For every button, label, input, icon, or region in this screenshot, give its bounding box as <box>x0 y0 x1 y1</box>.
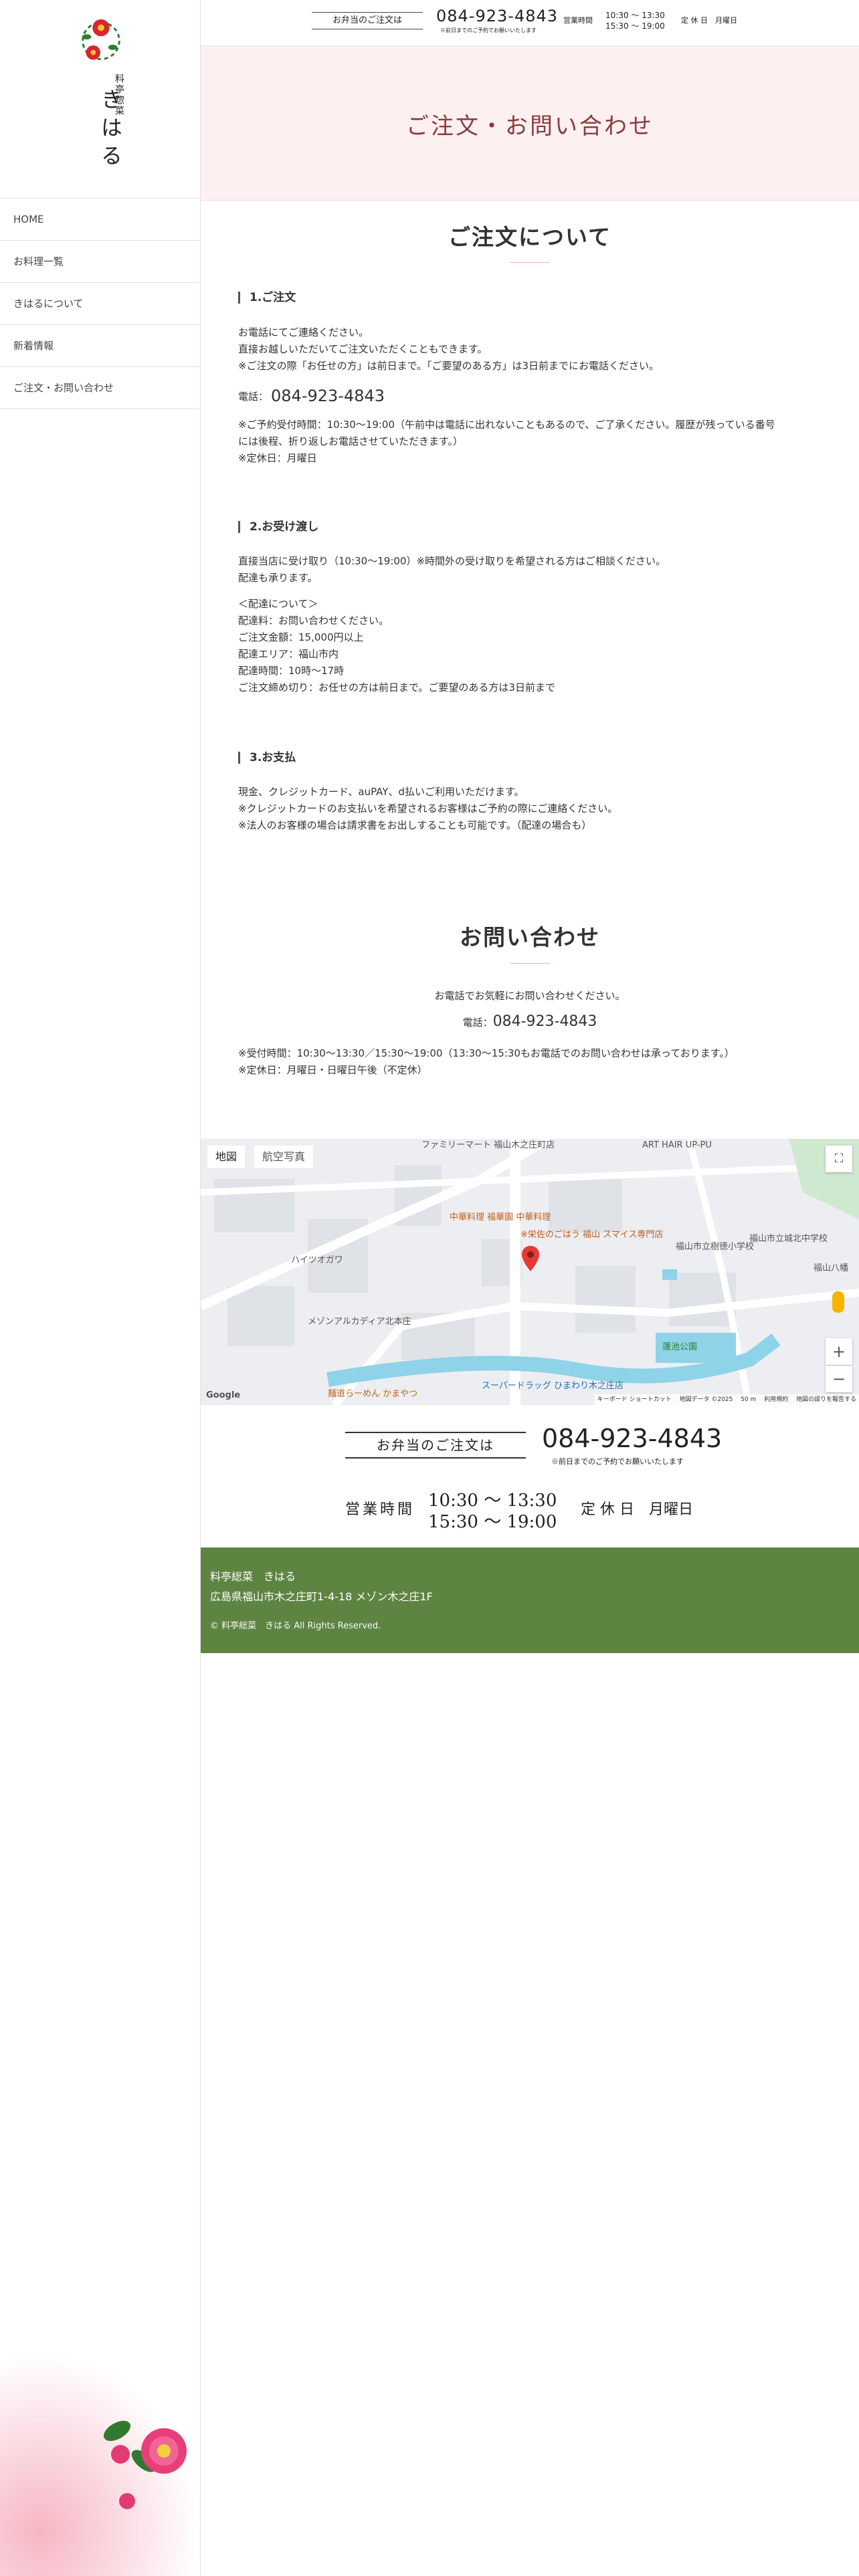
nav-item-contact[interactable]: ご注文・お問い合わせ <box>0 367 200 409</box>
top-phone-note: ※前日までのご予約でお願いいたします <box>440 27 537 33</box>
map-attribution: キーボード ショートカット 地図データ ©2025 50 m 利用規約 地図の誤… <box>594 1394 859 1405</box>
contact-intro: お電話でお気軽にお問い合わせください。 <box>434 990 626 1002</box>
page-title: ご注文・お問い合わせ <box>406 113 654 140</box>
google-map[interactable]: 地図 航空写真 ⛶ + − ファミリーマート 福山木之庄町店 ART HAIR … <box>201 1139 859 1405</box>
map-label: ハイツオガワ <box>291 1255 343 1265</box>
footer-shop-name: 料亭総菜 きはる <box>210 1570 296 1583</box>
banner-holiday: 定 休 日 月曜日 <box>581 1501 693 1518</box>
nav-item-menu[interactable]: お料理一覧 <box>0 241 200 283</box>
terms-link[interactable]: 利用規約 <box>764 1396 788 1403</box>
map-tab-map[interactable]: 地図 <box>207 1146 246 1168</box>
top-phone[interactable]: 084-923-4843 <box>436 7 558 25</box>
map-tab-satellite[interactable]: 航空写真 <box>254 1146 314 1168</box>
contact-section-title: お問い合わせ <box>460 924 600 950</box>
report-error-link[interactable]: 地図の誤りを報告する <box>796 1396 856 1403</box>
delivery-heading: 2.お受け渡し <box>238 521 318 533</box>
map-label: 福山市立城北中学校 <box>749 1234 828 1244</box>
main-content: お弁当のご注文は 084-923-4843 ※前日までのご予約でお願いいたします… <box>201 0 859 2576</box>
delivery-info: ＜配達について＞ 配達料：お問い合わせください。 ご注文金額：15,000円以上… <box>238 596 827 696</box>
fullscreen-icon[interactable]: ⛶ <box>826 1146 852 1172</box>
text-line: ※クレジットカードのお支払いを希望されるお客様はご予約の際にご連絡ください。 <box>238 802 618 815</box>
map-label: スーパードラッグ ひまわり木之庄店 <box>482 1381 624 1391</box>
map-marker-icon[interactable] <box>522 1246 539 1271</box>
text-line: ※ご予約受付時間：10:30～19:00（午前中は電話に出れないこともあるので、… <box>238 419 775 431</box>
pegman-icon[interactable] <box>832 1291 844 1313</box>
camellia-logo-icon <box>82 19 120 60</box>
banner-phone-note: ※前日までのご予約でお願いいたします <box>551 1457 684 1466</box>
footer-address: 広島県福山市木之庄町1-4-18 メゾン木之庄1F <box>210 1590 433 1603</box>
hours-label: 営業時間 <box>563 16 593 25</box>
text-line: 配達エリア：福山市内 <box>238 648 339 660</box>
map-label: 福山八幡 <box>814 1263 849 1273</box>
footer-copyright: © 料亭総菜 きはる All Rights Reserved. <box>210 1621 381 1631</box>
nav-item-home[interactable]: HOME <box>0 199 200 241</box>
text-line: 配達時間：10時～17時 <box>238 665 345 677</box>
order-text: お電話にてご連絡ください。 直接お越しいただいてご注文いただくこともできます。 … <box>238 324 827 374</box>
scale-text: 50 m <box>741 1396 757 1403</box>
order-label: お弁当のご注文は <box>312 12 423 29</box>
map-label: ART HAIR UP-PU <box>642 1140 712 1150</box>
nav-item-about[interactable]: きはるについて <box>0 283 200 325</box>
site-footer: 料亭総菜 きはる 広島県福山市木之庄町1-4-18 メゾン木之庄1F © 料亭総… <box>201 1547 859 1653</box>
text-line: ＜配達について＞ <box>238 598 318 610</box>
order-notes: ※ご予約受付時間：10:30～19:00（午前中は電話に出れないこともあるので、… <box>238 417 827 467</box>
text-line: ※法人のお客様の場合は請求書をお出しすることも可能です。（配達の場合も） <box>238 819 592 831</box>
phone-label: 電話： <box>238 391 269 403</box>
page-hero: ご注文・お問い合わせ <box>201 46 859 201</box>
nav-item-news[interactable]: 新着情報 <box>0 325 200 367</box>
map-label: ※栄佐のごはう 福山 スマイス専門店 <box>520 1230 664 1240</box>
title-divider <box>510 262 550 263</box>
text-line: 直接お越しいただいてご注文いただくこともできます。 <box>238 343 488 355</box>
order-phone-link[interactable]: 084-923-4843 <box>271 387 385 405</box>
zoom-out-icon[interactable]: − <box>826 1366 852 1392</box>
map-label: 蓮池公園 <box>662 1342 698 1352</box>
site-logo[interactable]: 料亭惣菜 きはる <box>72 15 132 189</box>
order-section-title: ご注文について <box>448 224 611 250</box>
logo-name: きはる <box>98 88 123 173</box>
text-line: 直接当店に受け取り（10:30～19:00）※時間外の受け取りを希望される方はご… <box>238 555 666 567</box>
text-line: ※定休日：月曜日・日曜日午後（不定休） <box>238 1064 427 1076</box>
map-label: 福山市立樹徳小学校 <box>676 1242 755 1252</box>
google-logo: Google <box>206 1390 241 1400</box>
payment-text: 現金、クレジットカード、auPAY、d払いご利用いただけます。 ※クレジットカー… <box>238 784 827 834</box>
hours-1: 10:30 ～ 13:30 <box>605 11 665 20</box>
text-line: お電話にてご連絡ください。 <box>238 326 369 338</box>
text-line: ※定休日：月曜日 <box>238 452 317 464</box>
pickup-text: 直接当店に受け取り（10:30～19:00）※時間外の受け取りを希望される方はご… <box>238 553 827 586</box>
text-line: には後程、折り返しお電話させていただきます。） <box>238 435 464 447</box>
contact-phone-row: 電話：084-923-4843 <box>201 1013 859 1030</box>
text-line: ※ご注文の際「お任せの方」は前日まで。「ご要望のある方」は3日前までにお電話くだ… <box>238 360 660 372</box>
zoom-in-icon[interactable]: + <box>826 1338 852 1365</box>
text-line: ご注文金額：15,000円以上 <box>238 631 364 643</box>
banner-phone[interactable]: 084-923-4843 <box>542 1424 722 1453</box>
text-line: 配達も承ります。 <box>238 572 318 584</box>
contact-phone-link[interactable]: 084-923-4843 <box>493 1013 597 1030</box>
text-line: 現金、クレジットカード、auPAY、d払いご利用いただけます。 <box>238 786 524 798</box>
camellia-decoration-image <box>0 2354 200 2576</box>
title-divider <box>510 963 550 964</box>
keyboard-shortcuts-link[interactable]: キーボード ショートカット <box>597 1396 672 1403</box>
order-phone-row: 電話： 084-923-4843 <box>238 387 385 405</box>
text-line: 配達料：お問い合わせください。 <box>238 615 389 627</box>
text-line: ご注文締め切り：お任せの方は前日まで。ご要望のある方は3日前まで <box>238 681 555 693</box>
banner-order-label: お弁当のご注文は <box>345 1432 526 1459</box>
map-label: 麺道らーめん かまやつ <box>328 1389 418 1399</box>
top-info-bar: お弁当のご注文は 084-923-4843 ※前日までのご予約でお願いいたします… <box>201 0 859 46</box>
banner-hours-label: 営業時間 <box>345 1501 415 1518</box>
banner-hours-2: 15:30 ～ 19:00 <box>428 1512 557 1532</box>
map-label: メゾンアルカディア北本庄 <box>308 1317 411 1327</box>
main-nav: HOME お料理一覧 きはるについて 新着情報 ご注文・お問い合わせ <box>0 198 200 409</box>
text-line: ※受付時間：10:30～13:30／15:30～19:00（13:30～15:3… <box>238 1047 735 1059</box>
order-heading: 1.ご注文 <box>238 292 296 304</box>
payment-heading: 3.お支払 <box>238 752 296 764</box>
map-label: 中華料理 福華園 中華料理 <box>450 1212 551 1222</box>
sidebar: 料亭惣菜 きはる HOME お料理一覧 きはるについて 新着情報 ご注文・お問い… <box>0 0 201 2576</box>
map-data-text: 地図データ ©2025 <box>679 1396 733 1403</box>
map-label: ファミリーマート 福山木之庄町店 <box>421 1140 555 1150</box>
hours-2: 15:30 ～ 19:00 <box>605 21 665 31</box>
order-banner: お弁当のご注文は 084-923-4843 ※前日までのご予約でお願いいたします… <box>201 1405 859 1547</box>
holiday: 定 休 日 月曜日 <box>681 16 737 25</box>
phone-label: 電話： <box>462 1016 493 1029</box>
contact-notes: ※受付時間：10:30～13:30／15:30～19:00（13:30～15:3… <box>238 1045 827 1079</box>
